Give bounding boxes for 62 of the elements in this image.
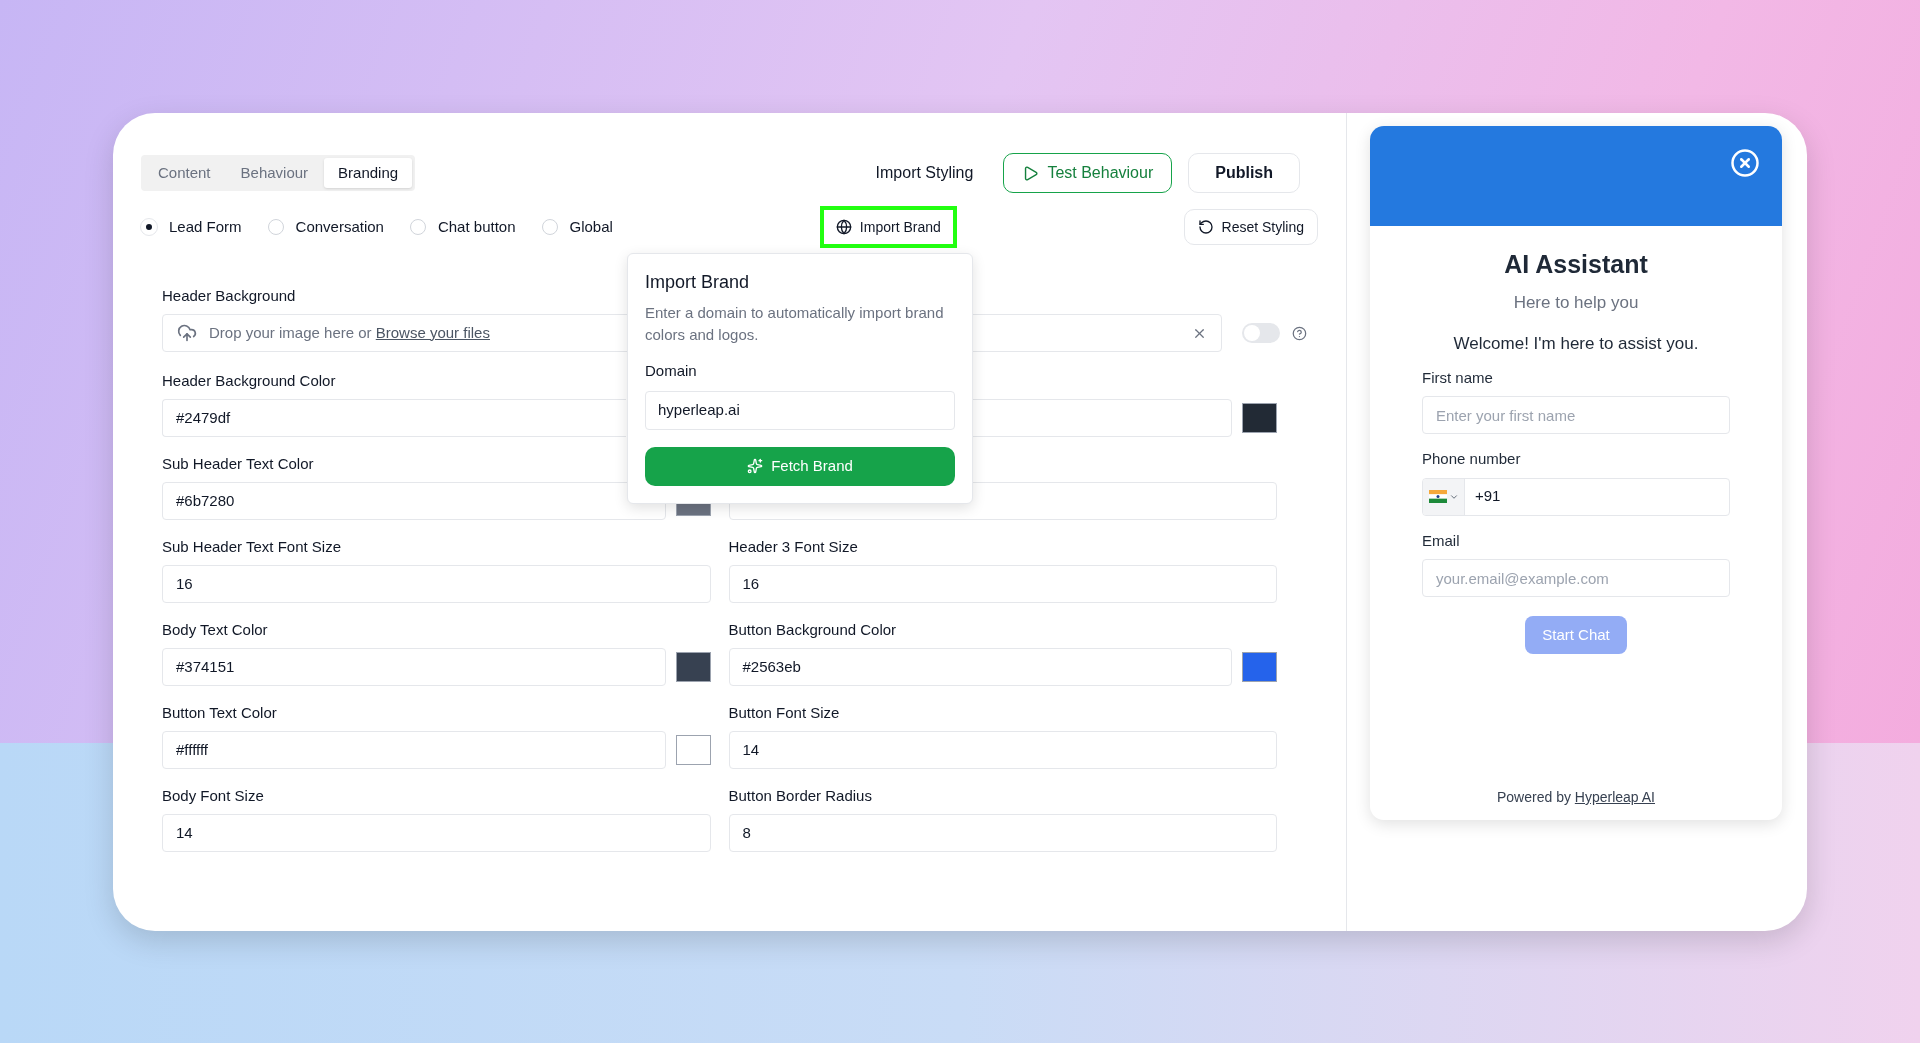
field-label: Button Text Color bbox=[162, 703, 277, 723]
reset-styling-button[interactable]: Reset Styling bbox=[1183, 209, 1318, 245]
powered-by-text: Powered by Hyperleap AI bbox=[1497, 788, 1655, 807]
form-label: First name bbox=[1422, 367, 1494, 388]
color-swatch[interactable] bbox=[675, 652, 711, 682]
text-field[interactable]: 14 bbox=[162, 814, 711, 852]
globe-icon bbox=[835, 219, 852, 235]
field-label: Header 3 Font Size bbox=[728, 537, 858, 557]
help-icon[interactable] bbox=[1292, 325, 1307, 341]
welcome-message: Welcome! I'm here to assist you. bbox=[1453, 333, 1699, 355]
field-label: Button Background Color bbox=[728, 620, 897, 640]
form-label: Email bbox=[1422, 530, 1461, 551]
browse-link[interactable]: Browse your files bbox=[375, 323, 490, 341]
publish-button[interactable]: Publish bbox=[1188, 153, 1300, 193]
tab[interactable]: Behaviour bbox=[226, 158, 323, 188]
section-radio[interactable]: Global bbox=[541, 215, 613, 239]
assistant-title: AI Assistant bbox=[1504, 249, 1648, 280]
section-radio[interactable]: Lead Form bbox=[141, 215, 242, 239]
import-styling-button[interactable]: Import Styling bbox=[861, 153, 988, 193]
drop-hint: Drop your image here or Browse your files bbox=[209, 322, 490, 343]
color-swatch[interactable] bbox=[1242, 403, 1277, 433]
assistant-subtitle: Here to help you bbox=[1513, 291, 1639, 314]
text-field[interactable]: 16 bbox=[728, 565, 1277, 603]
upload-icon bbox=[177, 323, 197, 343]
hyperleap-link[interactable]: Hyperleap AI bbox=[1574, 789, 1655, 805]
country-picker[interactable] bbox=[1423, 478, 1465, 515]
tab[interactable]: Content bbox=[144, 158, 225, 188]
color-swatch[interactable] bbox=[675, 735, 711, 765]
close-icon[interactable] bbox=[1730, 148, 1760, 178]
tab[interactable]: Branding bbox=[324, 158, 413, 188]
text-field[interactable]: #ffffff bbox=[162, 731, 666, 769]
text-field[interactable]: your.email@example.com bbox=[1422, 559, 1730, 597]
sparkle-icon bbox=[747, 458, 764, 474]
domain-field[interactable]: hyperleap.ai bbox=[645, 390, 955, 430]
test-behaviour-button[interactable]: Test Behaviour bbox=[1003, 153, 1173, 193]
field-label: Header Background Color bbox=[162, 371, 336, 391]
form-label: Phone number bbox=[1422, 449, 1522, 469]
color-swatch[interactable] bbox=[1242, 652, 1277, 682]
section-radio[interactable]: Chat button bbox=[409, 215, 516, 239]
section-radio[interactable]: Conversation bbox=[267, 215, 384, 239]
field-label: Body Text Color bbox=[162, 620, 268, 640]
field-label: Header Background bbox=[162, 286, 296, 306]
field-label: Body Font Size bbox=[162, 786, 264, 806]
field-label: Sub Header Text Font Size bbox=[162, 537, 341, 557]
field-label: Button Border Radius bbox=[728, 786, 872, 806]
text-field[interactable]: #2563eb bbox=[728, 648, 1232, 686]
text-field[interactable]: 8 bbox=[728, 814, 1277, 852]
flag-icon bbox=[1428, 490, 1447, 503]
field-label: Sub Header Text Color bbox=[162, 454, 314, 474]
text-field[interactable]: 14 bbox=[728, 731, 1277, 769]
text-field[interactable]: #374151 bbox=[162, 648, 666, 686]
reset-icon bbox=[1197, 219, 1214, 235]
domain-label: Domain bbox=[645, 361, 698, 381]
popover-title: Import Brand bbox=[645, 271, 751, 294]
text-field[interactable]: #6b7280 bbox=[162, 482, 666, 520]
text-field[interactable]: Enter your first name bbox=[1422, 396, 1730, 434]
text-field[interactable]: 16 bbox=[162, 565, 711, 603]
toggle-switch[interactable] bbox=[1242, 323, 1281, 343]
phone-field[interactable]: +91 bbox=[1422, 477, 1730, 516]
field-label: Button Font Size bbox=[728, 703, 840, 723]
text-field[interactable]: #2479df bbox=[162, 399, 626, 437]
play-icon bbox=[1022, 164, 1040, 182]
